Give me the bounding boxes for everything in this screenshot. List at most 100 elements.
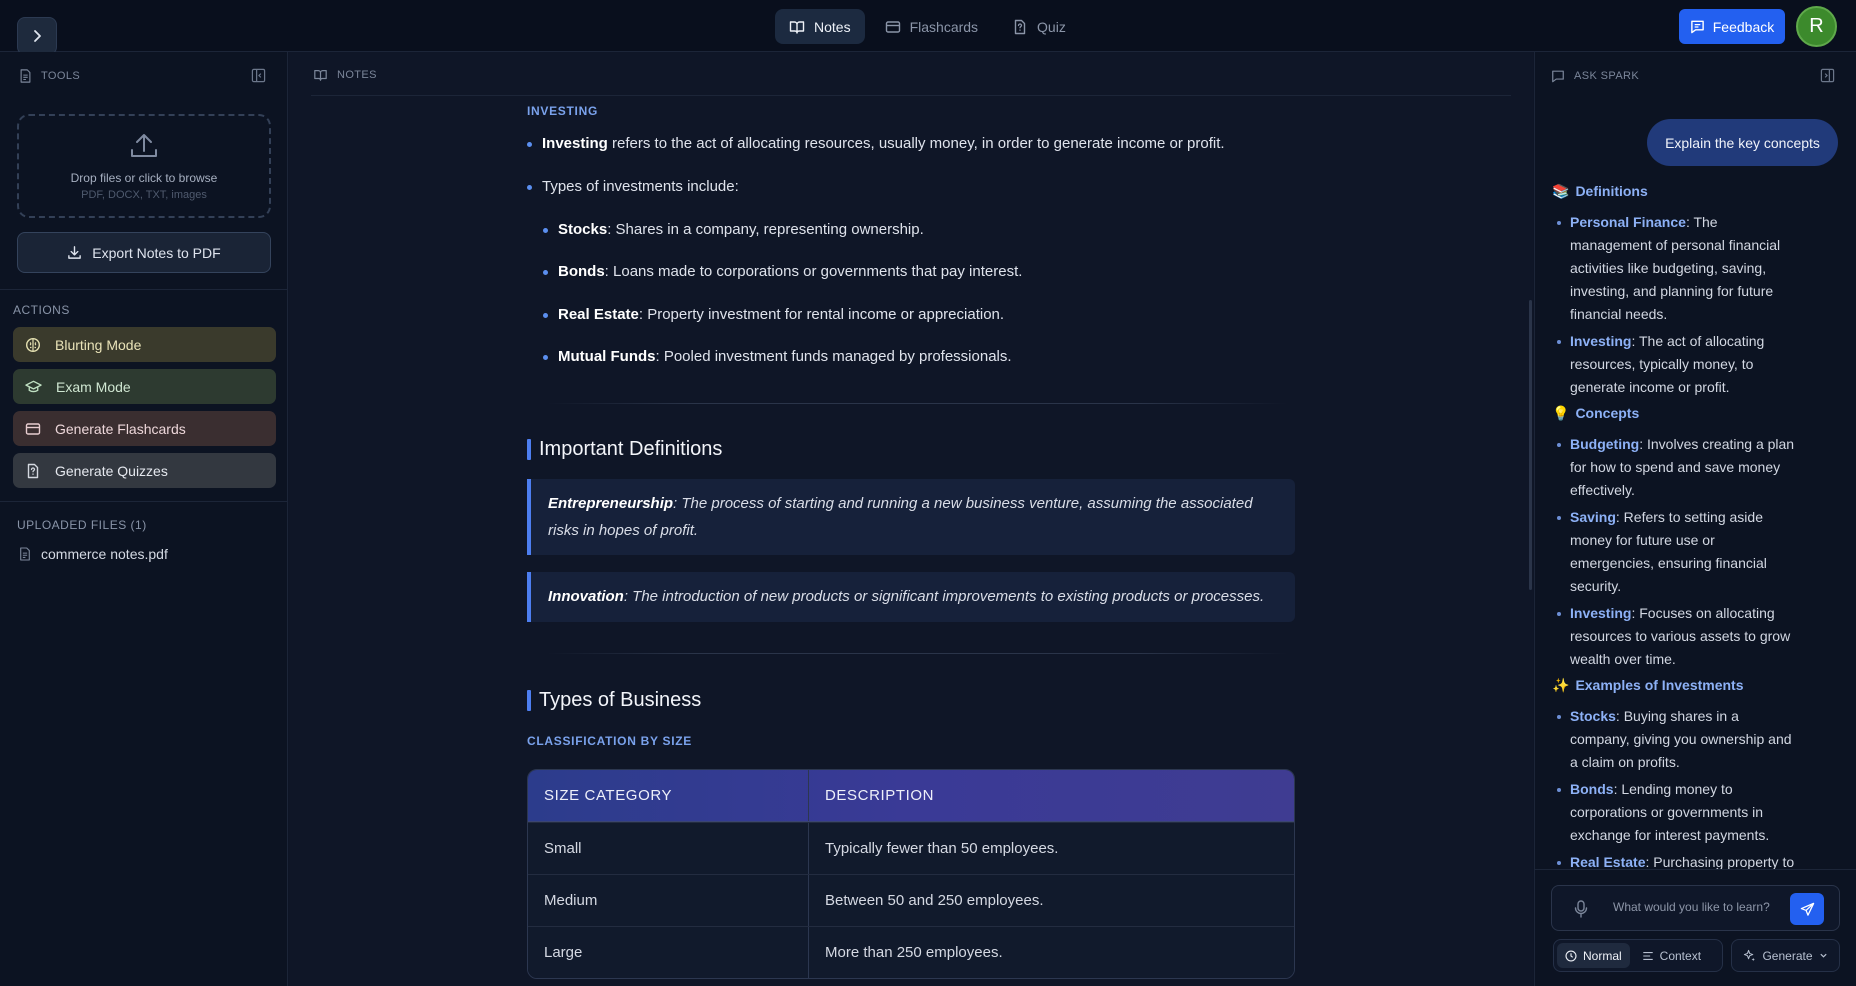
books-icon: 📚 [1552,182,1570,199]
chat-input[interactable] [1613,900,1783,914]
section-title: Concepts [1575,405,1640,421]
section-heading: Important Definitions [527,438,722,461]
definition-text: : Property investment for rental income … [638,306,1005,323]
table-row: Small Typically fewer than 50 employees. [528,822,1294,874]
section-title: Definitions [1575,183,1648,199]
scrollbar[interactable] [1529,300,1532,590]
term: Stocks [558,221,608,238]
graduation-cap-icon [25,380,42,392]
uploaded-file-item[interactable]: commerce notes.pdf [19,546,168,562]
exam-mode-label: Exam Mode [56,378,131,395]
feedback-button[interactable]: Feedback [1679,9,1785,44]
lightbulb-icon: 💡 [1552,404,1570,421]
list-item: Stocks: Shares in a company, representin… [543,220,924,240]
quiz-icon [27,463,39,478]
term: Saving [1570,509,1616,525]
chat-input-box [1551,885,1840,931]
term: Real Estate [1570,854,1646,870]
generate-flashcards-label: Generate Flashcards [55,420,186,437]
exam-mode-button[interactable]: Exam Mode [13,369,276,404]
download-icon [68,246,82,259]
section-title: Examples of Investments [1575,677,1744,693]
tools-title: TOOLS [41,70,81,82]
file-name: commerce notes.pdf [41,546,168,562]
send-icon [1800,902,1814,916]
send-button[interactable] [1790,893,1824,925]
file-dropzone[interactable]: Drop files or click to browse PDF, DOCX,… [17,114,271,218]
mode-normal-button[interactable]: Normal [1557,943,1630,968]
generate-quizzes-button[interactable]: Generate Quizzes [13,453,276,488]
list-item: Real Estate: Property investment for ren… [543,305,1004,325]
microphone-icon [1574,900,1588,918]
list-item: Investing: The act of allocating resourc… [1552,330,1842,399]
term: Bonds [558,263,605,280]
term: Investing [1570,605,1632,621]
business-heading: Types of Business [539,689,702,711]
collapse-left-panel-button[interactable] [251,68,266,83]
user-avatar[interactable]: R [1796,6,1837,47]
table-cell: Between 50 and 250 employees. [825,892,1044,909]
term: Personal Finance [1570,214,1686,230]
upload-icon [131,134,157,157]
view-tabs: Notes Flashcards Quiz [775,9,1080,44]
card-icon [25,422,41,435]
list-item: Mutual Funds: Pooled investment funds ma… [543,347,1012,367]
tab-quiz[interactable]: Quiz [998,9,1080,44]
blurting-mode-button[interactable]: Blurting Mode [13,327,276,362]
divider [1535,869,1856,870]
table-row: Medium Between 50 and 250 employees. [528,874,1294,926]
definition-text: : The introduction of new products or si… [623,588,1265,605]
spark-panel: ASK SPARK Explain the key concepts 📚 Defi… [1534,52,1856,986]
term: Stocks [1570,708,1616,724]
brain-icon [25,337,41,352]
notes-panel: NOTES INVESTING Investing refers to the … [289,52,1533,986]
list-item: Types of investments include: [527,177,739,197]
notes-title: NOTES [337,69,377,81]
sparkles-icon: ✨ [1552,676,1570,693]
generate-flashcards-button[interactable]: Generate Flashcards [13,411,276,446]
definition-text: refers to the act of allocating resource… [607,135,1225,152]
mode-context-button[interactable]: Context [1634,943,1709,968]
card-icon [885,20,900,33]
tab-notes[interactable]: Notes [775,9,865,44]
divider [0,501,288,502]
panel-right-icon [1820,68,1835,83]
spark-header: ASK SPARK [1551,69,1639,83]
section-divider [547,653,1287,654]
tab-flashcards[interactable]: Flashcards [871,9,992,44]
lines-icon [1642,951,1653,960]
chevron-down-icon [1819,953,1827,958]
tools-header: TOOLS [19,69,80,83]
investing-subheading: INVESTING [527,104,598,118]
spark-response: 📚 Definitions Personal Finance: The manag… [1552,181,1842,921]
tools-panel: TOOLS Drop files or click to browse PDF,… [0,52,288,986]
table-cell: More than 250 employees. [825,944,1003,961]
table-cell: Large [528,927,809,978]
list-item: Stocks: Buying shares in a company, givi… [1552,705,1842,774]
mode-toggle: Normal Context [1553,939,1723,972]
term: Mutual Funds [558,348,656,365]
section-heading: Types of Business [527,689,701,712]
microphone-button[interactable] [1574,900,1588,918]
collapse-right-panel-button[interactable] [1820,68,1835,83]
expand-sidebar-button[interactable] [17,17,57,55]
column-header: SIZE CATEGORY [528,770,809,821]
file-text-icon [20,547,30,561]
generate-dropdown-button[interactable]: Generate [1731,939,1840,972]
spark-title: ASK SPARK [1574,70,1640,82]
clock-icon [1565,949,1577,962]
mode-normal-label: Normal [1583,948,1622,963]
chevron-right-icon [34,30,41,42]
response-section-heading: ✨ Examples of Investments [1552,675,1842,695]
quiz-icon [1014,19,1026,34]
tab-quiz-label: Quiz [1037,18,1066,35]
table-header: SIZE CATEGORY DESCRIPTION [528,770,1294,822]
mode-context-label: Context [1659,948,1702,963]
export-notes-button[interactable]: Export Notes to PDF [17,232,271,273]
list-item: Real Estate: Purchasing property to [1552,851,1842,874]
definition-callout: Innovation: The introduction of new prod… [527,572,1295,622]
table-cell: Medium [528,875,809,926]
sparkles-icon [1744,949,1756,962]
section-divider [547,403,1287,404]
response-section-heading: 📚 Definitions [1552,181,1842,201]
